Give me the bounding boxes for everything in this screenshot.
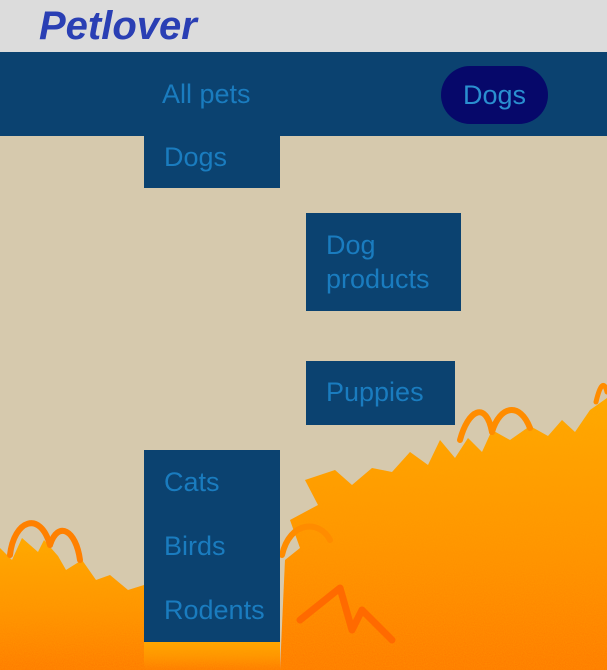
main-navbar: All pets Dogs	[0, 52, 607, 136]
submenu-item-dog-products-label-line2: products	[326, 264, 430, 294]
nav-pill-dogs[interactable]: Dogs	[441, 66, 548, 124]
submenu-item-dog-products[interactable]: Dog products	[306, 213, 461, 311]
page: Petlover All pets Dogs Dogs Dog products…	[0, 0, 607, 670]
submenu-item-puppies[interactable]: Puppies	[306, 361, 455, 425]
submenu-item-dog-products-label-line1: Dog	[326, 230, 376, 260]
brand-logo[interactable]: Petlover	[39, 2, 197, 50]
menu-item-dogs[interactable]: Dogs	[144, 136, 280, 188]
menu-item-birds[interactable]: Birds	[164, 529, 226, 563]
header-bar: Petlover	[0, 0, 607, 52]
menu-item-cats[interactable]: Cats	[164, 465, 220, 499]
menu-item-dogs-label: Dogs	[164, 142, 228, 172]
nav-link-all-pets[interactable]: All pets	[162, 78, 251, 110]
submenu-item-puppies-label: Puppies	[326, 377, 424, 407]
menu-item-rodents[interactable]: Rodents	[164, 593, 265, 627]
menu-group-other-pets: Cats Birds Rodents	[144, 450, 280, 642]
